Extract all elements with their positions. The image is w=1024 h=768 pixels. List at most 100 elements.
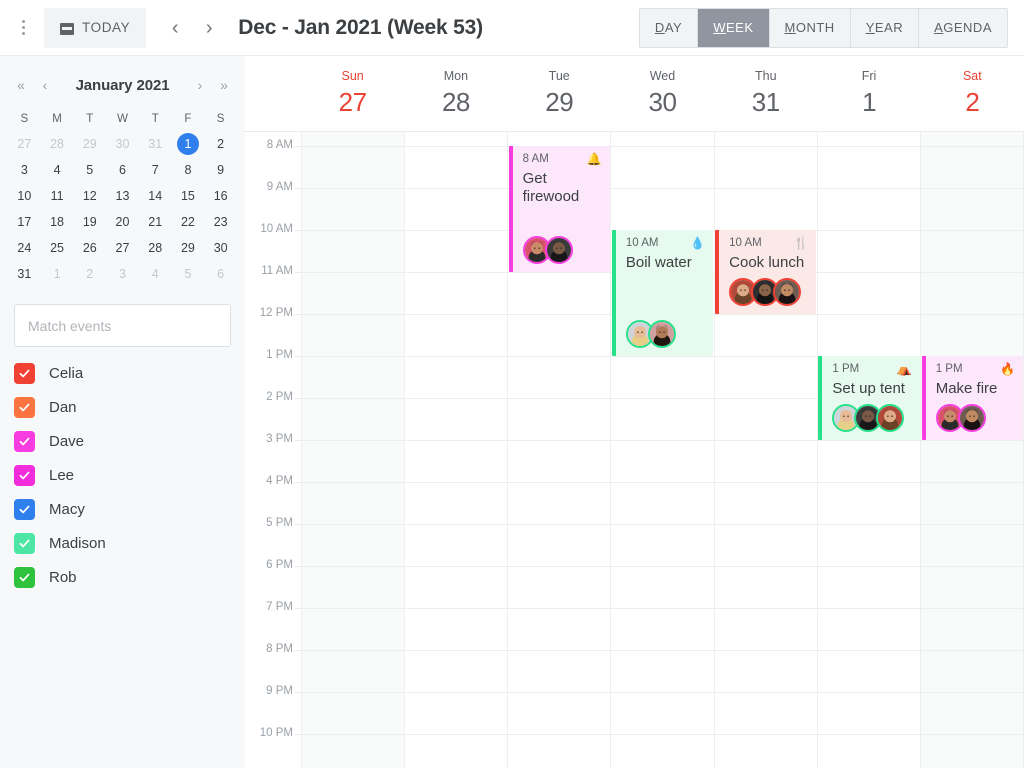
time-slot[interactable] [610,398,714,440]
tab-day[interactable]: D AY [639,8,699,47]
mini-next-year-button[interactable]: » [213,73,235,97]
mini-day[interactable]: 16 [204,183,237,208]
time-slot[interactable] [919,734,1024,768]
calendar-event[interactable]: 1 PM 🔥 Make fire [921,356,1023,440]
previous-week-button[interactable]: ‹ [158,11,192,45]
time-slot[interactable] [404,734,508,768]
day-header-tue[interactable]: Tue 29 [508,56,611,131]
time-slot[interactable] [919,440,1024,482]
calendar-filter-rob[interactable]: Rob [14,567,231,588]
day-header-sat[interactable]: Sat 2 [921,56,1024,131]
time-slot[interactable] [919,566,1024,608]
time-slot[interactable] [507,356,611,398]
mini-day[interactable]: 23 [204,209,237,234]
time-slot[interactable] [507,692,611,734]
time-slot[interactable] [713,356,817,398]
time-slot[interactable] [816,608,920,650]
time-slot[interactable] [713,734,817,768]
time-slot[interactable] [919,482,1024,524]
tab-year[interactable]: Y EAR [850,8,920,47]
time-slot[interactable] [816,314,920,356]
mini-day[interactable]: 14 [139,183,172,208]
mini-day[interactable]: 24 [8,235,41,260]
time-slot[interactable] [507,566,611,608]
kebab-menu-icon[interactable] [10,11,36,45]
time-slot[interactable] [507,314,611,356]
checkbox-icon[interactable] [14,499,35,520]
time-slot[interactable] [610,188,714,230]
time-slot[interactable] [610,356,714,398]
avatar[interactable] [876,404,905,432]
day-header-thu[interactable]: Thu 31 [714,56,817,131]
mini-day[interactable]: 4 [41,157,74,182]
time-slot[interactable] [919,132,1024,146]
time-slot[interactable] [713,692,817,734]
mini-day[interactable]: 6 [106,157,139,182]
avatar[interactable] [647,320,676,348]
time-slot[interactable] [816,230,920,272]
time-slot[interactable] [404,566,508,608]
time-slot[interactable] [816,650,920,692]
mini-day[interactable]: 22 [172,209,205,234]
time-slot[interactable] [404,608,508,650]
mini-prev-month-button[interactable]: ‹ [34,73,56,97]
time-slot[interactable] [507,734,611,768]
time-slot[interactable] [919,524,1024,566]
time-slot[interactable] [816,482,920,524]
day-header-fri[interactable]: Fri 1 [817,56,920,131]
mini-day[interactable]: 5 [172,261,205,286]
time-slot[interactable] [507,132,610,146]
time-slot[interactable] [919,608,1024,650]
mini-day[interactable]: 4 [139,261,172,286]
tab-week[interactable]: W EEK [698,8,770,47]
tab-agenda[interactable]: A GENDA [919,8,1007,47]
avatar[interactable] [773,278,802,306]
mini-day[interactable]: 3 [106,261,139,286]
time-slot[interactable] [816,440,920,482]
time-slot[interactable] [404,132,507,146]
calendar-filter-lee[interactable]: Lee [14,465,231,486]
mini-day[interactable]: 26 [73,235,106,260]
day-header-sun[interactable]: Sun 27 [301,56,404,131]
time-slot[interactable] [507,398,611,440]
time-slot[interactable] [713,608,817,650]
time-slot[interactable] [404,650,508,692]
time-slot[interactable] [507,272,611,314]
calendar-filter-madison[interactable]: Madison [14,533,231,554]
today-button[interactable]: TODAY [44,7,147,48]
calendar-event[interactable]: 8 AM 🔔 Get firewood [508,146,610,272]
time-slot[interactable] [404,230,508,272]
time-slot[interactable] [507,440,611,482]
time-slot[interactable] [507,608,611,650]
time-slot[interactable] [507,524,611,566]
mini-day[interactable]: 13 [106,183,139,208]
time-slot[interactable] [301,608,405,650]
mini-day[interactable]: 1 [41,261,74,286]
checkbox-icon[interactable] [14,397,35,418]
time-slot[interactable] [301,650,405,692]
mini-prev-year-button[interactable]: « [10,73,32,97]
time-slot[interactable] [816,524,920,566]
calendar-event[interactable]: 1 PM ⛺ Set up tent [818,356,920,440]
mini-day[interactable]: 6 [204,261,237,286]
mini-day[interactable]: 21 [139,209,172,234]
time-slot[interactable] [301,230,405,272]
time-slot[interactable] [301,482,405,524]
mini-next-month-button[interactable]: › [189,73,211,97]
time-slot[interactable] [404,524,508,566]
day-header-mon[interactable]: Mon 28 [404,56,507,131]
day-header-wed[interactable]: Wed 30 [611,56,714,131]
time-slot[interactable] [919,230,1024,272]
mini-day[interactable]: 28 [139,235,172,260]
time-slot[interactable] [301,398,405,440]
time-slot[interactable] [301,188,405,230]
time-slot[interactable] [919,188,1024,230]
time-slot[interactable] [301,440,405,482]
time-slot[interactable] [301,272,405,314]
mini-day[interactable]: 27 [8,131,41,156]
tab-month[interactable]: M ONTH [769,8,851,47]
checkbox-icon[interactable] [14,431,35,452]
time-slot[interactable] [816,566,920,608]
time-grid-scroll[interactable]: 7 AM8 AM9 AM10 AM11 AM12 PM1 PM2 PM3 PM4… [245,132,1024,768]
time-slot[interactable] [404,146,508,188]
